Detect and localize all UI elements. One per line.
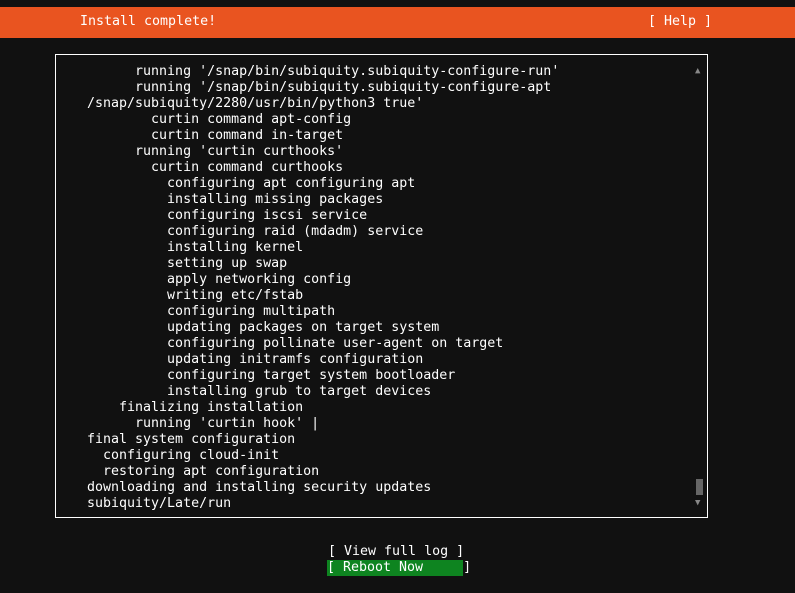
log-line: downloading and installing security upda… [87,480,432,495]
log-line: installing missing packages [87,192,384,207]
log-line: configuring raid (mdadm) service [87,224,424,239]
page-title: Install complete! [80,14,217,29]
reboot-now-button[interactable]: [ Reboot Now ] [327,560,471,576]
log-line: setting up swap [87,256,288,271]
log-line: running 'curtin curthooks' [87,144,344,159]
install-log[interactable]: running '/snap/bin/subiquity.subiquity-c… [55,54,708,518]
log-lines: running '/snap/bin/subiquity.subiquity-c… [87,64,559,512]
log-line: writing etc/fstab [87,288,304,303]
log-line: running '/snap/bin/subiquity.subiquity-c… [87,80,552,95]
log-line: configuring pollinate user-agent on targ… [87,336,504,351]
log-line: updating packages on target system [87,320,440,335]
log-line: configuring apt configuring apt [87,176,416,191]
log-line: apply networking config [87,272,352,287]
log-line: configuring cloud-init [87,448,280,463]
log-line: configuring iscsi service [87,208,368,223]
log-line: restoring apt configuration [87,464,320,479]
log-line: running '/snap/bin/subiquity.subiquity-c… [87,64,560,79]
view-full-log-button[interactable]: [ View full log ] [328,544,464,560]
log-line: configuring multipath [87,304,336,319]
log-line: installing grub to target devices [87,384,432,399]
log-line: curtin command in-target [87,128,344,143]
log-line: subiquity/Late/run [87,496,232,511]
log-line: finalizing installation [87,400,304,415]
log-line: running 'curtin hook' | [87,416,320,431]
help-button[interactable]: [ Help ] [648,14,712,30]
log-line: /snap/subiquity/2280/usr/bin/python3 tru… [87,96,424,111]
log-line: final system configuration [87,432,296,447]
log-line: curtin command apt-config [87,112,352,127]
log-line: updating initramfs configuration [87,352,424,367]
header-bar: Install complete! [ Help ] [0,7,795,38]
scrollbar-thumb[interactable] [696,479,703,495]
scroll-down-icon[interactable]: ▼ [695,495,700,511]
scroll-up-icon[interactable]: ▲ [695,63,700,79]
log-line: curtin command curthooks [87,160,344,175]
log-line: installing kernel [87,240,304,255]
log-line: configuring target system bootloader [87,368,456,383]
